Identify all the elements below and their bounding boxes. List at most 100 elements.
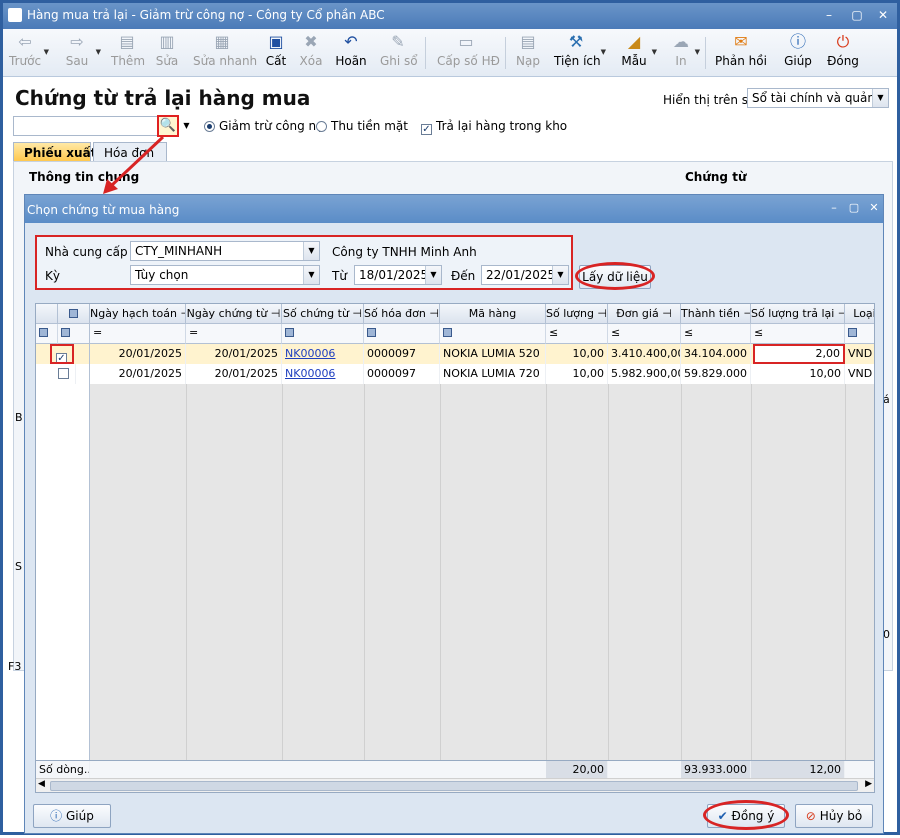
filter-cell[interactable]: ≤ xyxy=(751,324,845,344)
toolbar-back-button[interactable]: ⇦ Trước ▼ xyxy=(9,33,49,73)
to-label: Đến xyxy=(451,269,476,283)
close-power-icon: ⏻ xyxy=(836,32,850,51)
toolbar-delete-button[interactable]: ✖ Xóa xyxy=(298,33,324,73)
column-header[interactable]: Số hóa đơn ⊣ xyxy=(364,304,440,324)
toolbar-save-button[interactable]: ▣ Cất xyxy=(263,33,289,73)
quick-edit-icon: ▦ xyxy=(214,32,230,51)
app-window: Hàng mua trả lại - Giảm trừ công nợ - Cô… xyxy=(0,0,900,835)
from-date-picker[interactable]: 18/01/2025 ▼ xyxy=(354,265,442,285)
total-amount: 93.933.000 xyxy=(681,761,751,779)
tab-receipt[interactable]: Phiếu xuất xyxy=(13,142,96,162)
scroll-right-icon[interactable]: ▶ xyxy=(865,779,872,789)
column-header[interactable]: Ngày chứng từ ⊣ xyxy=(186,304,282,324)
edit-document-icon: ▥ xyxy=(159,32,175,51)
to-date-picker[interactable]: 22/01/2025 ▼ xyxy=(481,265,569,285)
column-header[interactable]: Số chứng từ ⊣ xyxy=(282,304,364,324)
invoice-number-icon: ▭ xyxy=(458,32,474,51)
row-checkbox[interactable] xyxy=(56,364,76,384)
column-header[interactable]: Đơn giá ⊣ xyxy=(608,304,681,324)
toolbar-invoice-number-button[interactable]: ▭ Cấp số HĐ xyxy=(437,32,500,73)
chevron-down-icon: ▼ xyxy=(303,266,319,284)
column-header[interactable]: Loại xyxy=(845,304,874,324)
period-label: Kỳ xyxy=(45,269,60,283)
filter-cell[interactable]: ≤ xyxy=(546,324,608,344)
voucher-link[interactable]: NK00006 xyxy=(282,364,364,384)
return-qty-input[interactable]: 10,00 xyxy=(751,364,845,384)
toolbar-help-button[interactable]: ⓘ Giúp xyxy=(783,33,813,73)
display-on-book-select[interactable]: Sổ tài chính và quản trị ▼ xyxy=(747,88,889,108)
filter-panel: Nhà cung cấp CTY_MINHANH ▼ Công ty TNHH … xyxy=(35,235,573,290)
help-button[interactable]: ⓘ Giúp xyxy=(33,804,111,828)
scroll-left-icon[interactable]: ◀ xyxy=(38,779,45,789)
toolbar-post-button[interactable]: ✎ Ghi sổ xyxy=(380,33,418,73)
radio-reduce-debt[interactable]: Giảm trừ công nợ xyxy=(204,119,323,133)
bg-fragment: S xyxy=(15,560,22,573)
toolbar-utilities-button[interactable]: ⚒ Tiện ích ▼ xyxy=(554,33,606,73)
group-general-label: Thông tin chung xyxy=(29,170,140,184)
print-icon: ☁ xyxy=(673,32,689,51)
toolbar-feedback-button[interactable]: ✉ Phản hồi xyxy=(715,33,767,73)
toolbar-edit-button[interactable]: ▥ Sửa xyxy=(153,33,181,73)
filter-cell[interactable] xyxy=(282,324,364,344)
period-select[interactable]: Tùy chọn ▼ xyxy=(130,265,320,285)
filter-cell[interactable]: ≤ xyxy=(608,324,681,344)
filter-cell[interactable] xyxy=(364,324,440,344)
maximize-icon[interactable]: ▢ xyxy=(849,8,865,22)
filter-cell[interactable]: ≤ xyxy=(681,324,751,344)
return-stock-checkbox[interactable]: ✓ Trả lại hàng trong kho xyxy=(421,119,567,135)
column-header[interactable]: Thành tiền ⊣ xyxy=(681,304,751,324)
toolbar-template-button[interactable]: ◢ Mẫu ▼ xyxy=(619,32,657,73)
return-qty-input[interactable]: 2,00 xyxy=(753,344,845,364)
page-title: Chứng từ trả lại hàng mua xyxy=(15,86,311,110)
search-dropdown-chevron-icon[interactable]: ▼ xyxy=(180,117,193,135)
close-icon[interactable]: ✕ xyxy=(875,8,891,22)
toolbar-next-button[interactable]: ⇨ Sau ▼ xyxy=(61,32,101,73)
dialog-title: Chọn chứng từ mua hàng xyxy=(27,203,180,217)
toolbar-postpone-button[interactable]: ↶ Hoãn xyxy=(335,33,367,73)
total-return-qty: 12,00 xyxy=(751,761,845,779)
chevron-down-icon: ▼ xyxy=(425,266,441,284)
tab-invoice[interactable]: Hóa đơn xyxy=(93,142,167,162)
column-header[interactable]: Ngày hạch toán ⊣ xyxy=(90,304,186,324)
column-header[interactable]: Mã hàng xyxy=(440,304,546,324)
minimize-icon[interactable]: – xyxy=(827,201,841,215)
app-icon xyxy=(8,8,22,22)
filter-cell[interactable]: = xyxy=(90,324,186,344)
filter-cell[interactable] xyxy=(845,324,874,344)
radio-cash[interactable]: Thu tiền mặt xyxy=(316,119,408,133)
total-qty: 20,00 xyxy=(546,761,608,779)
toolbar-add-button[interactable]: ▤ Thêm xyxy=(111,32,145,73)
bg-fragment: B xyxy=(15,411,23,424)
grid-footer: Số dòng... 20,00 93.933.000 12,00 xyxy=(36,760,874,779)
maximize-icon[interactable]: ▢ xyxy=(847,201,861,215)
column-header[interactable]: Số lượng ⊣ xyxy=(546,304,608,324)
column-header[interactable]: Số lượng trả lại ⊣ xyxy=(751,304,845,324)
add-document-icon: ▤ xyxy=(119,32,135,51)
bg-fragment: á xyxy=(883,393,890,406)
choose-purchase-voucher-dialog: Chọn chứng từ mua hàng – ▢ ✕ Nhà cung cấ… xyxy=(24,194,884,834)
horizontal-scrollbar[interactable]: ◀ ▶ xyxy=(36,778,874,792)
filter-cell[interactable] xyxy=(440,324,546,344)
row-checkbox[interactable]: ✓ xyxy=(50,344,74,364)
supplier-name: Công ty TNHH Minh Anh xyxy=(332,245,477,259)
template-icon: ◢ xyxy=(627,32,641,51)
supplier-label: Nhà cung cấp xyxy=(45,245,128,259)
toolbar-print-button[interactable]: ☁ In ▼ xyxy=(670,32,700,73)
toolbar-quick-edit-button[interactable]: ▦ Sửa nhanh xyxy=(193,32,257,73)
close-icon[interactable]: ✕ xyxy=(867,201,881,215)
voucher-link[interactable]: NK00006 xyxy=(282,344,364,364)
row-count-label: Số dòng... xyxy=(36,761,90,779)
search-button[interactable]: 🔍 xyxy=(157,115,179,137)
minimize-icon[interactable]: – xyxy=(821,8,837,22)
voucher-search-input[interactable] xyxy=(13,116,159,136)
toolbar: ⇦ Trước ▼ ⇨ Sau ▼ ▤ Thêm ▥ Sửa ▦ Sửa nha… xyxy=(3,29,897,77)
search-icon: 🔍 xyxy=(159,118,177,133)
filter-cell[interactable]: = xyxy=(186,324,282,344)
toolbar-reload-button[interactable]: ▤ Nạp xyxy=(515,33,541,73)
voucher-grid: Ngày hạch toán ⊣ Ngày chứng từ ⊣ Số chứn… xyxy=(35,303,875,793)
arrow-right-icon: ⇨ xyxy=(70,32,84,51)
supplier-select[interactable]: CTY_MINHANH ▼ xyxy=(130,241,320,261)
window-title: Hàng mua trả lại - Giảm trừ công nợ - Cô… xyxy=(27,8,385,22)
cancel-button[interactable]: ⊘ Hủy bỏ xyxy=(795,804,873,828)
toolbar-close-button[interactable]: ⏻ Đóng xyxy=(825,33,861,73)
